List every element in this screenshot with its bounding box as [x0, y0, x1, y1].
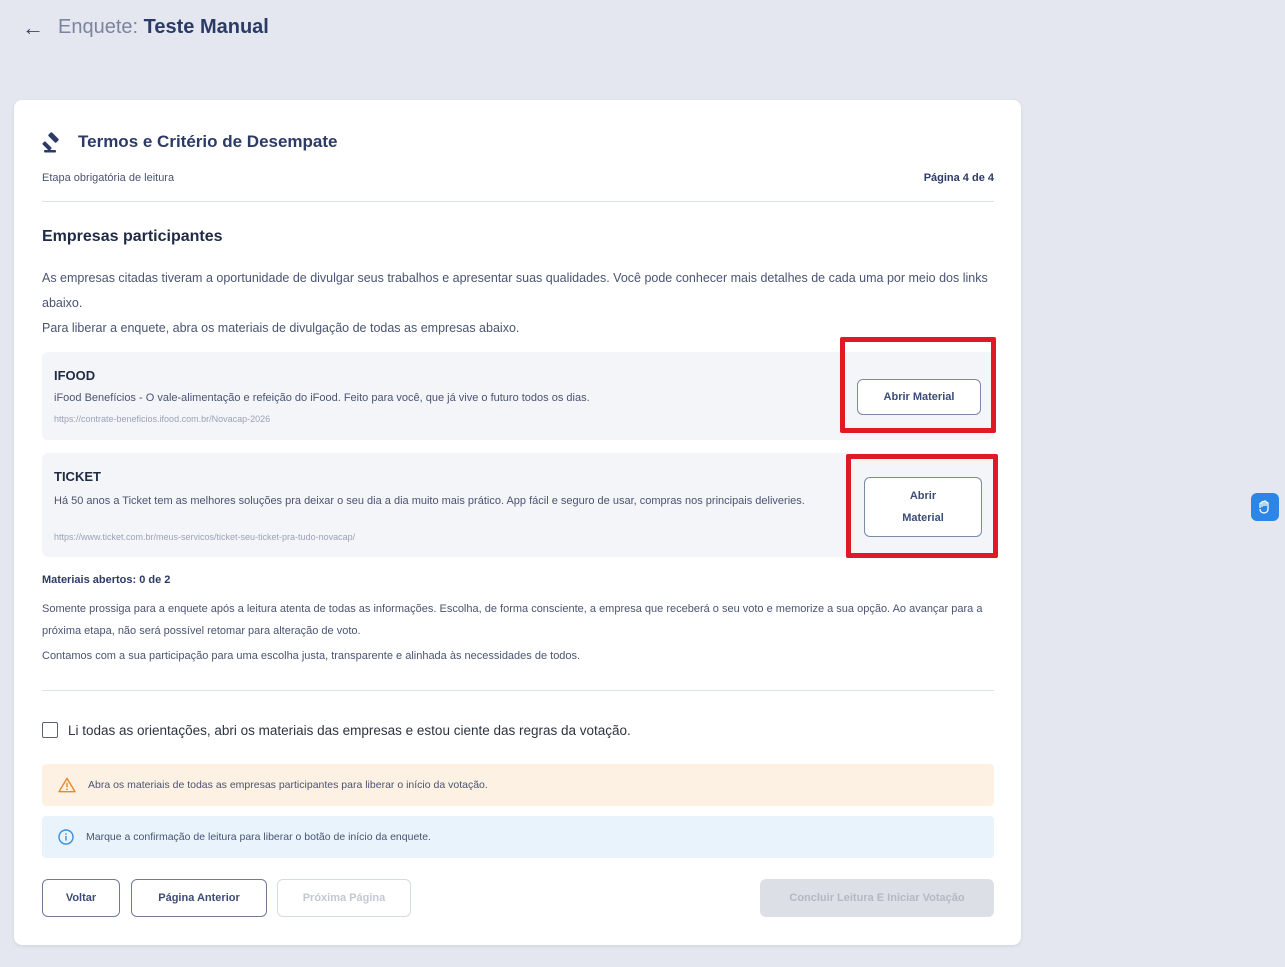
info-alert: Marque a confirmação de leitura para lib… [42, 816, 994, 858]
page-indicator: Página 4 de 4 [923, 172, 994, 184]
back-arrow-icon[interactable]: ← [22, 16, 44, 39]
materials-opened-count: Materiais abertos: 0 de 2 [42, 574, 171, 586]
info-text: Marque a confirmação de leitura para lib… [86, 831, 431, 843]
company-name: TICKET [54, 469, 101, 484]
terms-card: Termos e Critério de Desempate Etapa obr… [14, 100, 1021, 945]
info-icon [58, 829, 74, 845]
next-page-button[interactable]: Próxima Página [277, 879, 411, 917]
page-title-prefix: Enquete: [58, 16, 139, 38]
intro-instruction: Para liberar a enquete, abra os materiai… [42, 321, 520, 335]
page-header: ← Enquete: Teste Manual [22, 16, 269, 39]
company-description: iFood Benefícios - O vale-alimentação e … [54, 392, 590, 404]
confirmation-row[interactable]: Li todas as orientações, abri os materia… [42, 722, 631, 738]
card-subtitle: Etapa obrigatória de leitura [42, 172, 175, 184]
notice-text: Somente prossiga para a enquete após a l… [42, 603, 983, 637]
warning-icon [58, 777, 76, 793]
accessibility-widget-icon[interactable] [1251, 493, 1279, 521]
company-name: IFOOD [54, 368, 96, 383]
warning-alert: Abra os materiais de todas as empresas p… [42, 764, 994, 806]
company-card-ifood: IFOOD iFood Benefícios - O vale-alimenta… [42, 352, 994, 440]
company-link[interactable]: https://contrate-beneficios.ifood.com.br… [54, 414, 270, 424]
back-button[interactable]: Voltar [42, 879, 120, 917]
intro-text: As empresas citadas tiveram a oportunida… [42, 271, 988, 310]
company-description: Há 50 anos a Ticket tem as melhores solu… [54, 495, 805, 507]
participation-text: Contamos com a sua participação para uma… [42, 650, 581, 662]
confirmation-checkbox[interactable] [42, 722, 58, 738]
card-header: Termos e Critério de Desempate Etapa obr… [42, 130, 994, 184]
warning-text: Abra os materiais de todas as empresas p… [88, 779, 488, 791]
page-title-name: Teste Manual [143, 16, 269, 38]
page-title: Enquete: Teste Manual [58, 16, 269, 39]
hand-icon [1259, 500, 1269, 514]
header-divider [42, 201, 994, 202]
confirmation-label: Li todas as orientações, abri os materia… [68, 722, 631, 738]
company-link[interactable]: https://www.ticket.com.br/meus-servicos/… [54, 532, 355, 542]
previous-page-button[interactable]: Página Anterior [131, 879, 267, 917]
gavel-icon [42, 132, 59, 153]
open-material-button-ticket[interactable]: Abrir Material [864, 477, 982, 537]
company-card-ticket: TICKET Há 50 anos a Ticket tem as melhor… [42, 453, 994, 557]
card-title: Termos e Critério de Desempate [78, 132, 338, 151]
section-intro: As empresas citadas tiveram a oportunida… [42, 266, 992, 341]
finish-reading-button[interactable]: Concluir Leitura E Iniciar Votação [760, 879, 994, 917]
section-title: Empresas participantes [42, 228, 223, 245]
open-material-button-ifood[interactable]: Abrir Material [857, 379, 981, 415]
footer-divider [42, 690, 994, 691]
